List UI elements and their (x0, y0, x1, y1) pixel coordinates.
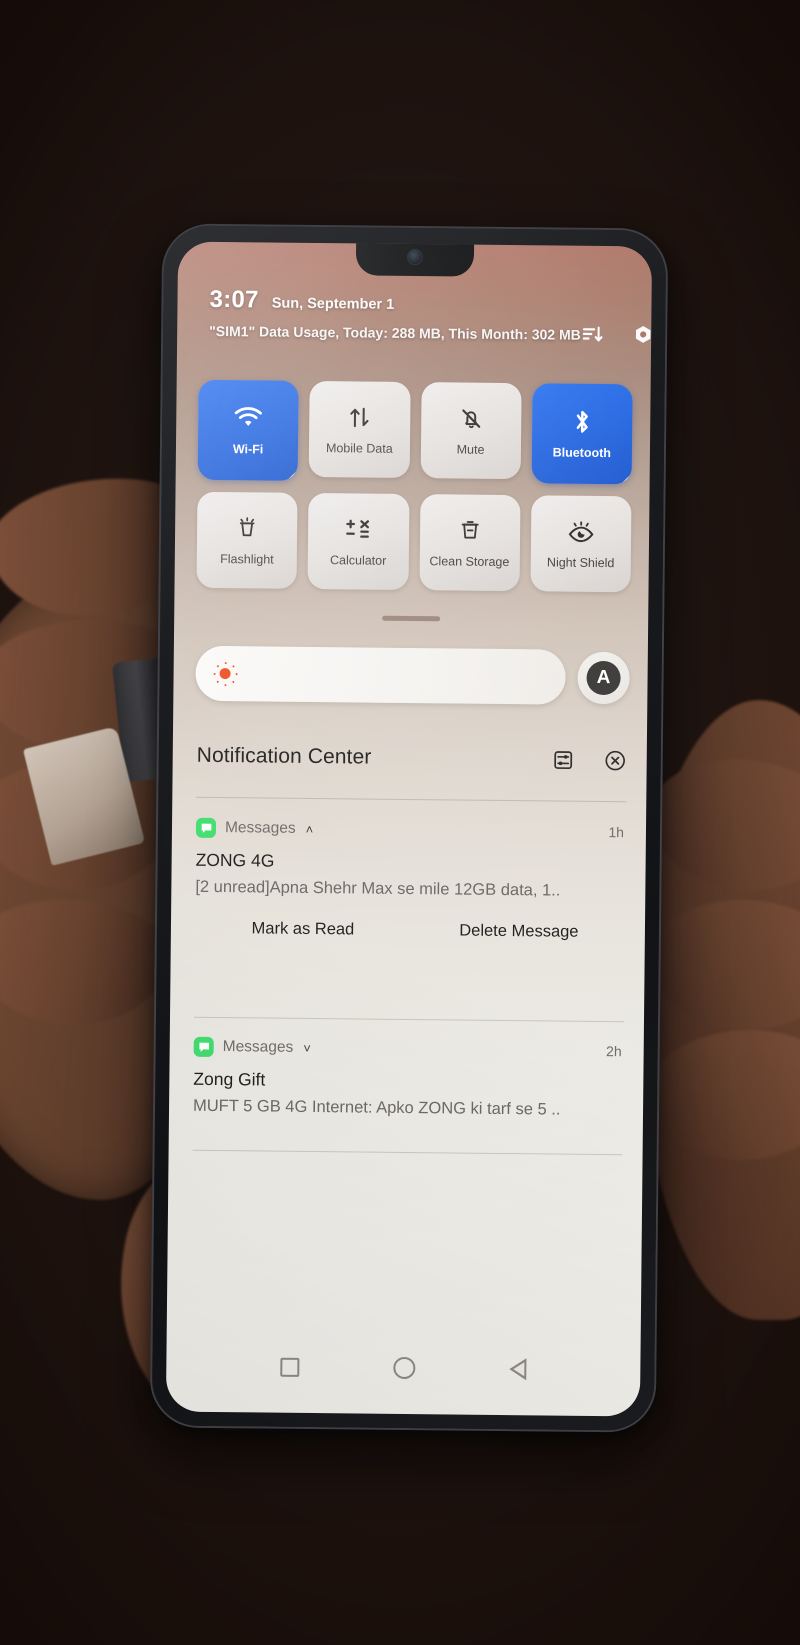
wifi-icon (233, 403, 263, 433)
notification-settings-icon[interactable] (553, 749, 574, 770)
quick-settings-tiles: Wi-Fi Mobile Data Mute Bluetooth Flashli… (196, 379, 633, 593)
tile-label: Bluetooth (552, 445, 612, 461)
recents-button[interactable] (280, 1357, 300, 1377)
phone-device: 3:07 Sun, September 1 "SIM1" Data Usage,… (151, 225, 667, 1431)
tile-label: Wi-Fi (232, 442, 264, 457)
phone-screen: 3:07 Sun, September 1 "SIM1" Data Usage,… (165, 241, 653, 1417)
notification-header: Messages ˄ 1h (195, 817, 628, 843)
bluetooth-icon (570, 407, 594, 437)
notification-time: 1h (608, 824, 625, 841)
photograph-of-phone: 3:07 Sun, September 1 "SIM1" Data Usage,… (0, 0, 800, 1645)
tile-expand-indicator[interactable] (286, 469, 298, 481)
notification-title: Zong Gift (193, 1068, 266, 1090)
status-date: Sun, September 1 (271, 295, 395, 313)
tile-calculator[interactable]: Calculator (307, 492, 409, 590)
clean-storage-icon (458, 516, 482, 546)
status-line-secondary: "SIM1" Data Usage, Today: 288 MB, This M… (209, 319, 651, 347)
tile-label: Calculator (329, 553, 387, 569)
notification-center-title: Notification Center (196, 743, 372, 769)
tile-clean-storage[interactable]: Clean Storage (418, 494, 521, 592)
data-usage-text: "SIM1" Data Usage, Today: 288 MB, This M… (209, 322, 581, 343)
status-icon-group (581, 323, 652, 348)
messages-app-icon (193, 1036, 214, 1057)
settings-gear-icon[interactable] (631, 323, 652, 347)
bell-mute-icon (458, 404, 484, 434)
messages-app-icon (195, 817, 217, 838)
auto-brightness-label: A (586, 660, 621, 695)
chevron-down-icon[interactable]: ˅ (303, 1040, 311, 1055)
back-button[interactable] (509, 1358, 527, 1381)
sort-order-icon[interactable] (581, 324, 603, 346)
calculator-icon (344, 515, 372, 545)
clear-all-notifications-icon[interactable] (604, 749, 627, 772)
tile-mobile-data[interactable]: Mobile Data (308, 380, 411, 478)
divider-top (196, 796, 627, 803)
notification-center-header: Notification Center (197, 744, 627, 773)
notification-center-actions (553, 748, 627, 772)
tile-label: Flashlight (220, 552, 274, 567)
brightness-row: A (195, 645, 630, 706)
mobile-data-icon (347, 403, 373, 433)
tile-label: Clean Storage (429, 554, 510, 570)
front-camera-icon (407, 249, 423, 265)
tile-label: Mute (456, 442, 485, 458)
display-notch (355, 241, 475, 277)
tile-wifi[interactable]: Wi-Fi (197, 379, 299, 481)
tile-expand-indicator[interactable] (620, 473, 632, 485)
notification-app-name: Messages (222, 1038, 294, 1056)
tile-mute[interactable]: Mute (420, 382, 522, 480)
flashlight-icon (235, 513, 259, 543)
divider-bottom (192, 1149, 623, 1156)
tile-night-shield[interactable]: Night Shield (530, 495, 632, 593)
notification-body: MUFT 5 GB 4G Internet: Apko ZONG ki tarf… (192, 1096, 561, 1119)
tile-label: Night Shield (546, 555, 615, 571)
notification-actions: Mark as Read Delete Message (195, 919, 627, 943)
notification-body: [2 unread]Apna Shehr Max se mile 12GB da… (195, 877, 561, 900)
notification-title: ZONG 4G (195, 849, 275, 871)
notification-app-name: Messages (224, 819, 296, 837)
tile-label: Mobile Data (325, 441, 393, 457)
night-shield-icon (567, 517, 595, 547)
chevron-up-icon[interactable]: ˄ (306, 821, 314, 836)
navigation-bar (166, 1337, 641, 1398)
notification-header: Messages ˅ 2h (193, 1036, 626, 1062)
notification-time: 2h (606, 1043, 622, 1060)
notification-item-1[interactable]: Messages ˄ 1h ZONG 4G [2 unread]Apna She… (195, 817, 628, 943)
tile-bluetooth[interactable]: Bluetooth (531, 383, 633, 485)
delete-message-button[interactable]: Delete Message (411, 921, 627, 942)
quick-settings-status: 3:07 Sun, September 1 "SIM1" Data Usage,… (209, 286, 651, 347)
mark-as-read-button[interactable]: Mark as Read (195, 919, 411, 940)
status-clock: 3:07 (209, 285, 259, 314)
brightness-slider[interactable] (195, 645, 566, 705)
tile-flashlight[interactable]: Flashlight (196, 491, 298, 589)
divider-middle (194, 1016, 624, 1023)
home-button[interactable] (393, 1356, 416, 1380)
status-line-primary: 3:07 Sun, September 1 (209, 286, 627, 318)
panel-drag-handle[interactable] (382, 615, 441, 622)
notification-item-2[interactable]: Messages ˅ 2h Zong Gift MUFT 5 GB 4G Int… (192, 1036, 626, 1121)
auto-brightness-button[interactable]: A (577, 651, 630, 704)
brightness-sun-icon (212, 661, 238, 686)
